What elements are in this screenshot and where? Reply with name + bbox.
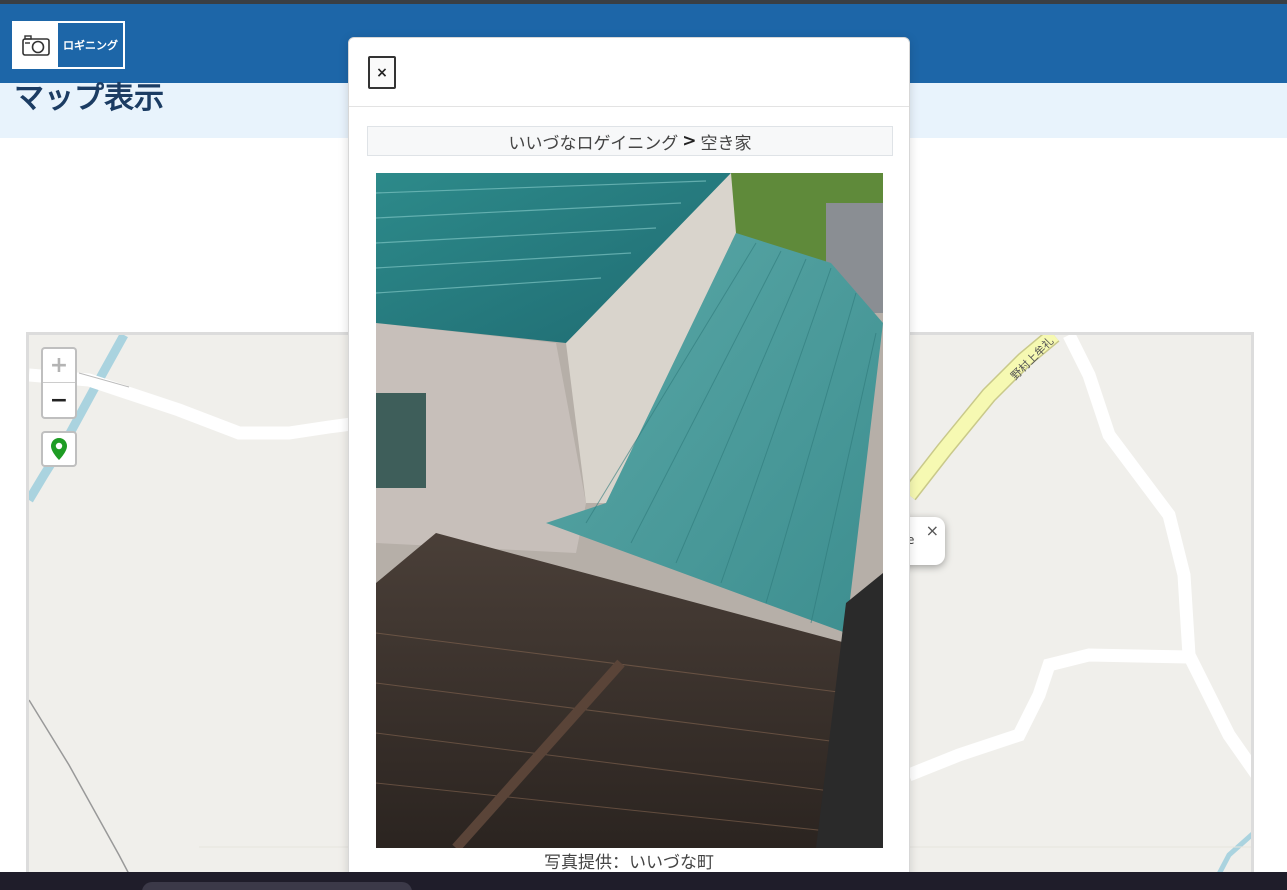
zoom-control: + − [41,347,77,419]
logo-label: ロギニング [58,23,123,67]
photo-modal: × いいづなロゲイニング > 空き家 写真提供：いいづな町 [348,37,910,890]
breadcrumb-separator: > [682,131,697,151]
zoom-in-button[interactable]: + [43,349,75,383]
breadcrumb-parent[interactable]: いいづなロゲイニング [509,129,679,154]
spot-photo [376,173,883,848]
breadcrumb: いいづなロゲイニング > 空き家 [367,126,893,156]
popup-close-button[interactable]: × [926,521,939,540]
site-logo[interactable]: ロギニング [12,21,125,69]
camera-icon [14,23,58,67]
taskbar-search[interactable] [142,882,412,890]
map-marker-icon [51,438,67,460]
locate-button[interactable] [41,431,77,467]
os-taskbar [0,872,1287,890]
modal-header: × [349,38,909,107]
page-title: マップ表示 [14,81,164,116]
modal-close-button[interactable]: × [368,56,396,89]
zoom-out-button[interactable]: − [43,383,75,417]
photo-credit: 写真提供：いいづな町 [544,853,714,873]
breadcrumb-current: 空き家 [700,133,752,154]
